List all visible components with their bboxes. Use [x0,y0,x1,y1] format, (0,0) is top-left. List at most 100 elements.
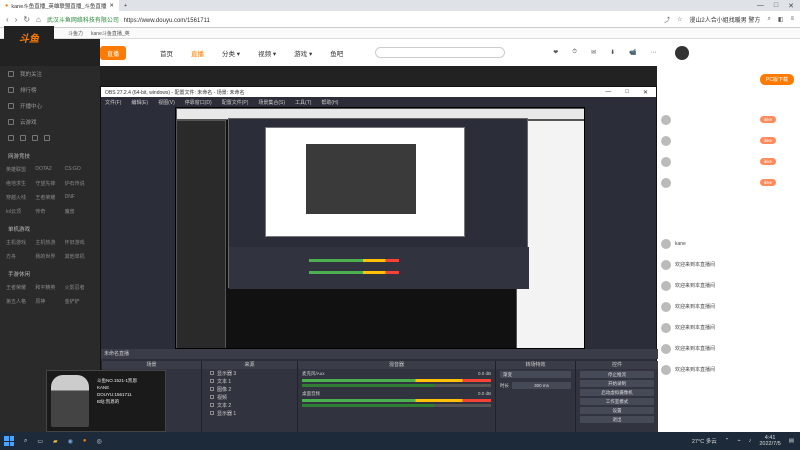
category-link[interactable]: DOTA2 [35,166,64,173]
menu-edit[interactable]: 编辑(E) [131,99,148,106]
box-icon[interactable] [44,135,50,141]
cube-icon[interactable] [20,135,26,141]
share-icon[interactable]: ⤴ [664,15,670,24]
system-clock[interactable]: 4:41 2022/7/5 [759,435,780,447]
nav-video[interactable]: 视频 ▾ [258,48,276,58]
back-icon[interactable]: ‹ [6,15,9,24]
category-link[interactable]: 我的世界 [35,253,64,260]
minimize-button[interactable]: — [757,2,764,10]
start-recording-button[interactable]: 开始录制 [580,380,654,387]
category-link[interactable]: 第五人格 [6,298,35,305]
menu-profile[interactable]: 配置文件(P) [222,99,249,106]
cube-icon[interactable] [32,135,38,141]
star-icon[interactable]: ☆ [677,16,682,23]
forward-icon[interactable]: › [15,15,18,24]
pc-download-button[interactable]: PC版下载 [760,74,794,85]
message-icon[interactable]: ✉ [591,49,596,56]
follow-icon[interactable]: ❤ [553,49,558,56]
duration-input[interactable]: 300 ms [512,382,571,389]
broadcast-icon[interactable]: 📹 [629,49,636,56]
more-icon[interactable]: ⋯ [651,49,657,56]
menu-docks[interactable]: 停靠窗口(D) [185,99,212,106]
history-icon[interactable]: ⏱ [572,49,577,56]
source-row[interactable]: 文本 2 [202,401,297,409]
category-link[interactable]: 火影忍者 [65,284,94,291]
category-link[interactable]: 原神 [35,298,64,305]
obs-minimize-button[interactable]: — [605,89,611,96]
nav-game[interactable]: 游戏 ▾ [294,48,312,58]
source-row[interactable]: 文本 1 [202,377,297,385]
task-view-icon[interactable]: ▭ [37,438,43,445]
url-field[interactable]: 武汉斗鱼网络科技有限公司 https://www.douyu.com/15617… [47,15,210,24]
weather-text[interactable]: 27°C 多云 [692,437,717,445]
steam-icon[interactable]: ◉ [68,438,73,445]
obs-preview[interactable] [175,107,585,349]
maximize-button[interactable]: □ [774,2,778,10]
new-tab-button[interactable]: + [119,0,132,11]
network-icon[interactable]: ⌁ [737,438,740,444]
gift-icon[interactable] [8,135,14,141]
menu-icon[interactable]: ≡ [790,16,794,22]
douyu-logo[interactable]: 斗鱼 [4,26,54,48]
search-icon[interactable]: ⌕ [767,16,770,23]
category-link[interactable]: 主机热游 [35,239,64,246]
menu-scene-collection[interactable]: 场景集合(S) [258,99,285,106]
refresh-icon[interactable]: ↻ [23,15,30,24]
browser-icon[interactable]: ● [83,438,87,444]
visibility-icon[interactable] [210,411,214,415]
category-link[interactable]: 传奇 [35,208,64,215]
virtual-camera-button[interactable]: 启动虚拟摄像机 [580,389,654,396]
category-link[interactable]: 英雄联盟 [6,166,35,173]
category-link[interactable]: 穿越火线 [6,194,35,201]
category-link[interactable]: 绝地求生 [6,180,35,187]
visibility-icon[interactable] [210,379,214,383]
stop-streaming-button[interactable]: 停止推流 [580,371,654,378]
menu-help[interactable]: 帮助(H) [321,99,338,106]
category-link[interactable]: 和平精英 [35,284,64,291]
visibility-icon[interactable] [210,395,214,399]
sidebar-item-cloud[interactable]: 云游戏 [0,114,100,130]
visibility-icon[interactable] [210,371,214,375]
menu-view[interactable]: 视图(V) [158,99,175,106]
nav-live[interactable]: 直播 [191,48,204,58]
category-link[interactable]: 王者荣耀 [35,194,64,201]
menu-tools[interactable]: 工具(T) [295,99,311,106]
source-row[interactable]: 图像 2 [202,385,297,393]
notification-icon[interactable]: ▤ [789,438,794,444]
category-link[interactable]: 炉石传说 [65,180,94,187]
search-icon[interactable]: ⌕ [24,438,27,445]
site-search-input[interactable] [375,47,506,58]
obs-icon[interactable]: ◎ [97,438,102,445]
extension-icon[interactable]: ◧ [778,16,784,23]
category-link[interactable]: CS:GO [65,166,94,173]
tray-arrow-icon[interactable]: ⌃ [725,438,730,444]
category-link[interactable]: 方舟 [6,253,35,260]
nav-yuba[interactable]: 鱼吧 [330,48,343,58]
user-avatar[interactable] [674,45,689,60]
search-hint[interactable]: 漫山2人合小姐找暖男 警方 [689,15,760,24]
bookmark-item[interactable]: 斗鱼力 [68,30,83,37]
sidebar-item-follow[interactable]: 我的关注 [0,66,100,82]
close-tab-icon[interactable]: ✕ [109,3,114,9]
category-link[interactable]: 怀旧游戏 [65,239,94,246]
category-link[interactable]: 主机游戏 [6,239,35,246]
volume-slider[interactable] [302,384,491,387]
studio-mode-button[interactable]: 工作室模式 [580,398,654,405]
transition-select[interactable]: 渐变 [500,371,571,378]
category-link[interactable]: DNF [65,194,94,201]
obs-maximize-button[interactable]: □ [625,89,629,96]
bookmark-item[interactable]: kane斗鱼直播_英 [91,30,130,37]
source-row[interactable]: 视频 [202,393,297,401]
nav-category[interactable]: 分类 ▾ [222,48,240,58]
visibility-icon[interactable] [210,387,214,391]
site-small-logo[interactable]: 直播 [100,46,126,60]
volume-slider[interactable] [302,404,491,407]
browser-tab[interactable]: ● kane斗鱼直播_英雄联盟直播_斗鱼直播 ✕ [0,0,119,11]
menu-file[interactable]: 文件(F) [105,99,121,106]
windows-start-icon[interactable] [4,436,14,446]
volume-icon[interactable]: ♪ [749,438,752,444]
sidebar-item-center[interactable]: 开播中心 [0,98,100,114]
sidebar-item-rank[interactable]: 排行榜 [0,82,100,98]
source-row[interactable]: 显示器 3 [202,369,297,377]
source-row[interactable]: 显示器 1 [202,409,297,417]
